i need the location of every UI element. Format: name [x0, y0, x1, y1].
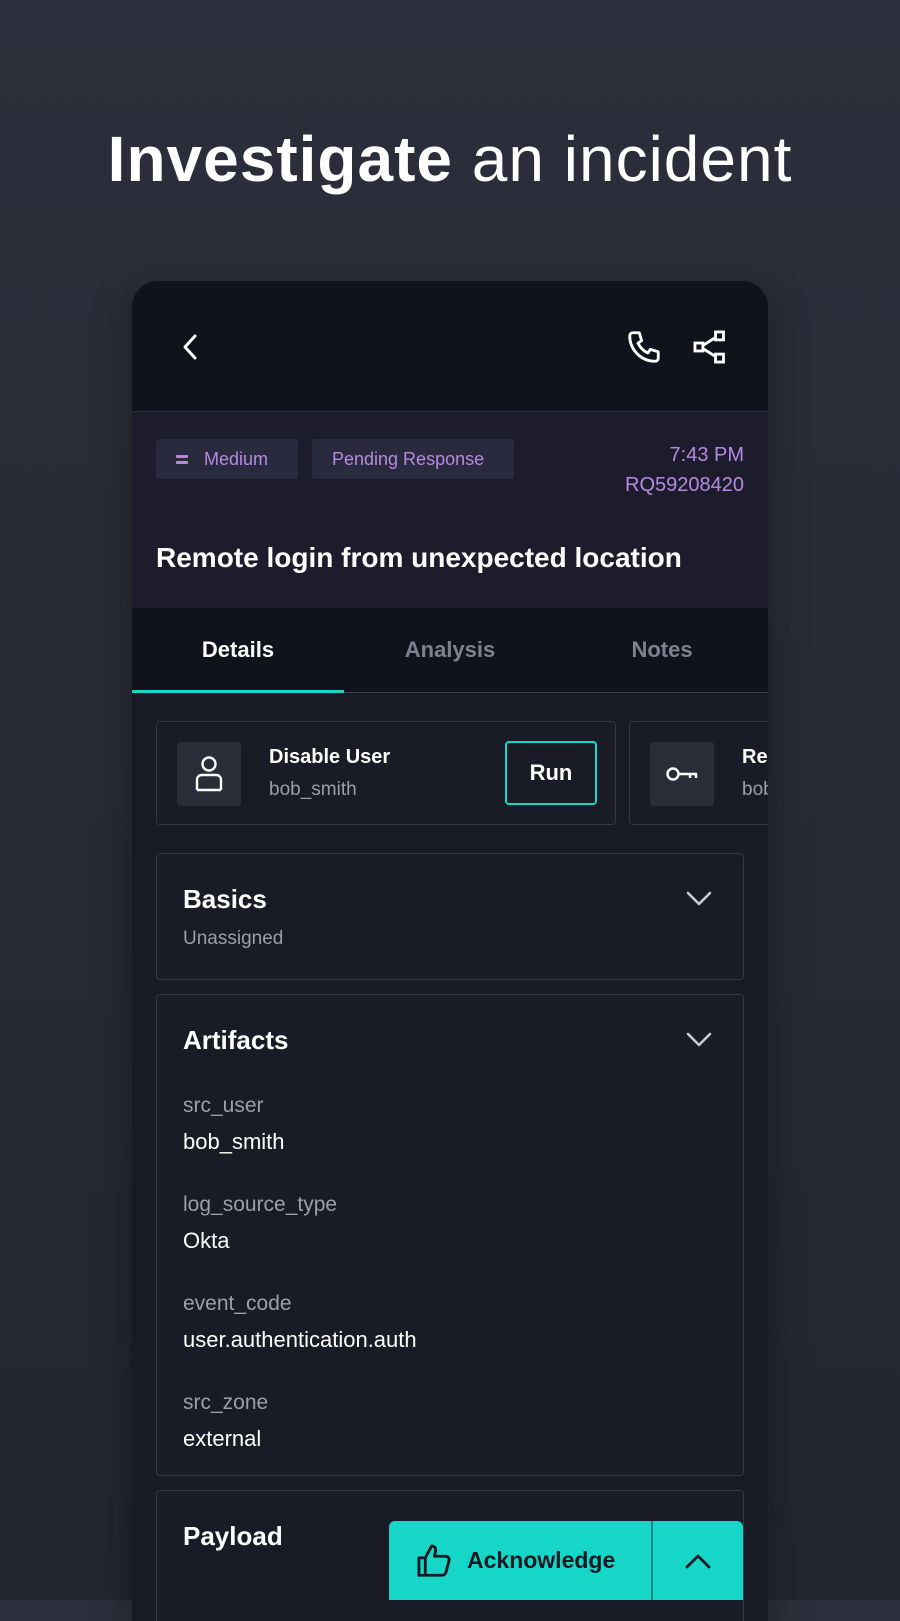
priority-label: Medium	[204, 448, 269, 469]
artifact-key: log_source_type	[183, 1193, 338, 1216]
list-item: src_zone external	[183, 1388, 417, 1487]
action-card-disable-user: Disable User bob_smith Run	[156, 721, 616, 825]
back-button[interactable]	[168, 325, 212, 369]
chevron-down-icon[interactable]	[685, 890, 713, 908]
acknowledge-bar: Acknowledge	[389, 1521, 743, 1600]
share-icon	[693, 330, 725, 364]
acknowledge-label: Acknowledge	[467, 1547, 616, 1573]
phone-screen: Medium Pending Response 7:43 PM RQ592084…	[132, 281, 768, 1621]
section-title: Payload	[183, 1521, 283, 1551]
action-subtitle: bob_smith	[269, 779, 357, 800]
tab-analysis[interactable]: Analysis	[344, 608, 556, 692]
tab-bar: Details Analysis Notes	[132, 608, 768, 693]
action-title: Res	[742, 746, 768, 768]
chevron-down-icon[interactable]	[685, 1031, 713, 1049]
status-label: Pending Response	[332, 448, 485, 469]
action-subtitle: bob	[742, 779, 768, 800]
chevron-left-icon	[183, 334, 197, 360]
expand-actions-button[interactable]	[653, 1521, 743, 1600]
tab-notes[interactable]: Notes	[556, 608, 768, 692]
action-icon-box	[650, 742, 714, 806]
headline-bold: Investigate	[107, 123, 453, 195]
artifacts-section[interactable]: Artifacts src_user bob_smith log_source_…	[156, 994, 744, 1476]
status-badge: Pending Response	[312, 439, 514, 479]
assignee-status: Unassigned	[183, 928, 284, 949]
artifact-value: bob_smith	[183, 1129, 285, 1154]
list-item: event_code user.authentication.auth	[183, 1289, 417, 1388]
headline: Investigate an incident	[0, 122, 900, 196]
call-button[interactable]	[622, 325, 666, 369]
artifact-key: event_code	[183, 1292, 292, 1315]
action-icon-box	[177, 742, 241, 806]
section-title: Basics	[183, 884, 267, 914]
thumbs-up-icon	[417, 1544, 451, 1577]
top-bar	[132, 281, 768, 412]
artifact-value: Okta	[183, 1228, 230, 1253]
headline-light: an incident	[471, 123, 793, 195]
artifact-key: src_user	[183, 1094, 264, 1117]
basics-section[interactable]: Basics Unassigned	[156, 853, 744, 980]
tab-details[interactable]: Details	[132, 608, 344, 693]
priority-medium-icon	[176, 452, 188, 467]
incident-id: RQ59208420	[625, 474, 744, 496]
list-item: log_source_type Okta	[183, 1190, 417, 1289]
priority-badge: Medium	[156, 439, 298, 479]
chevron-up-icon	[685, 1554, 711, 1568]
artifact-list: src_user bob_smith log_source_type Okta …	[183, 1091, 417, 1487]
section-title: Artifacts	[183, 1025, 289, 1055]
artifact-key: src_zone	[183, 1391, 269, 1414]
incident-time: 7:43 PM	[669, 444, 744, 466]
incident-title: Remote login from unexpected location	[156, 542, 682, 573]
artifact-value: external	[183, 1426, 262, 1451]
run-button[interactable]: Run	[505, 741, 597, 805]
action-title: Disable User	[269, 746, 391, 768]
incident-meta: 7:43 PM RQ59208420	[625, 440, 744, 500]
key-icon	[666, 767, 698, 781]
incident-header: Medium Pending Response 7:43 PM RQ592084…	[132, 412, 768, 608]
acknowledge-button[interactable]: Acknowledge	[389, 1521, 651, 1600]
user-icon	[195, 756, 223, 792]
list-item: src_user bob_smith	[183, 1091, 417, 1190]
phone-icon	[628, 331, 660, 363]
artifact-value: user.authentication.auth	[183, 1327, 417, 1352]
share-button[interactable]	[688, 325, 732, 369]
action-card-reset[interactable]: Res bob	[629, 721, 768, 825]
